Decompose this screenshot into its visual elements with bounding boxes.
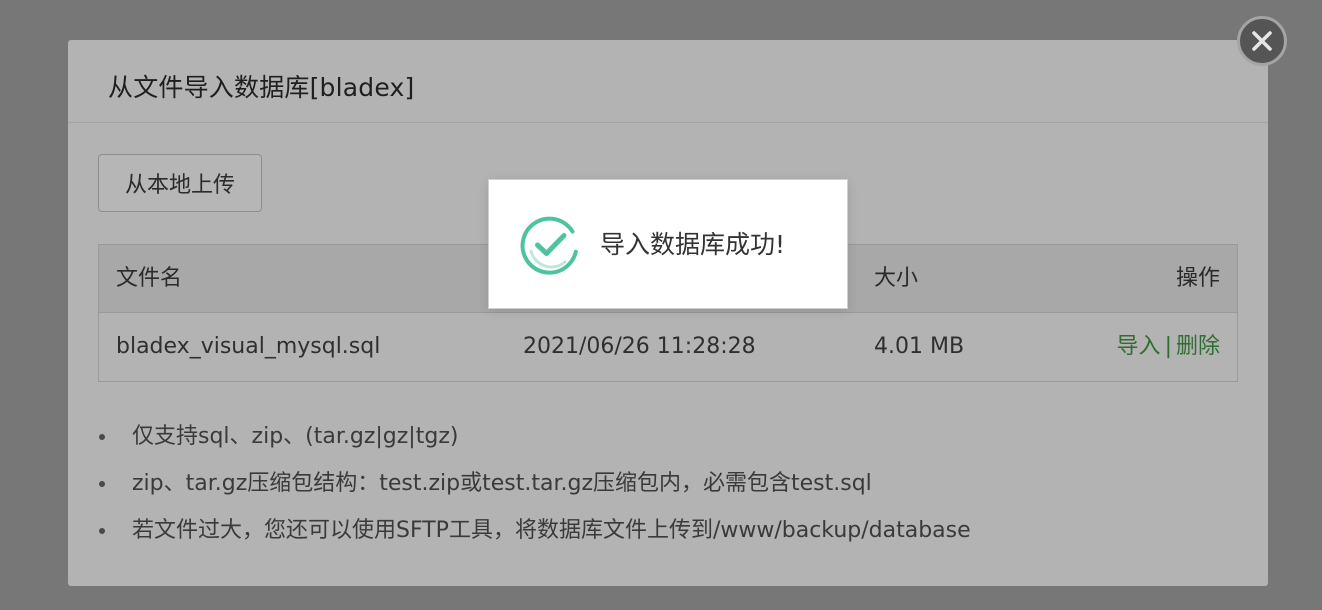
import-link[interactable]: 导入 [1117,334,1161,359]
close-button[interactable] [1237,16,1287,66]
bullet-icon [99,528,105,534]
tip-text: 若文件过大，您还可以使用SFTP工具，将数据库文件上传到/www/backup/… [132,518,971,543]
ops-separator: | [1164,334,1172,359]
tip-item: zip、tar.gz压缩包结构：test.zip或test.tar.gz压缩包内… [98,460,971,507]
dialog-title: 从文件导入数据库[bladex] [108,73,415,102]
tip-item: 仅支持sql、zip、(tar.gz|gz|tgz) [98,413,971,460]
file-time-cell: 2021/06/26 11:28:28 [523,334,756,359]
success-toast: 导入数据库成功! [488,179,848,309]
tip-text: zip、tar.gz压缩包结构：test.zip或test.tar.gz压缩包内… [132,471,872,496]
delete-link[interactable]: 删除 [1176,334,1220,359]
file-name-cell: bladex_visual_mysql.sql [116,334,381,359]
toast-message: 导入数据库成功! [600,230,786,259]
operations-cell: 导入 | 删除 [1117,313,1220,381]
table-row: bladex_visual_mysql.sql 2021/06/26 11:28… [99,313,1237,381]
file-size-cell: 4.01 MB [874,334,965,359]
tips-list: 仅支持sql、zip、(tar.gz|gz|tgz) zip、tar.gz压缩包… [98,413,971,554]
check-circle-icon [520,216,578,275]
header-size: 大小 [874,266,919,291]
title-divider [68,122,1268,123]
import-database-dialog: 从文件导入数据库[bladex] 从本地上传 文件名 大小 操作 bladex_… [68,40,1268,586]
close-icon [1252,31,1272,51]
upload-local-button[interactable]: 从本地上传 [98,154,262,212]
header-operations: 操作 [1175,266,1220,291]
bullet-icon [99,481,105,487]
tip-item: 若文件过大，您还可以使用SFTP工具，将数据库文件上传到/www/backup/… [98,507,971,554]
bullet-icon [99,434,105,440]
header-file-name: 文件名 [116,266,183,291]
tip-text: 仅支持sql、zip、(tar.gz|gz|tgz) [132,424,459,449]
